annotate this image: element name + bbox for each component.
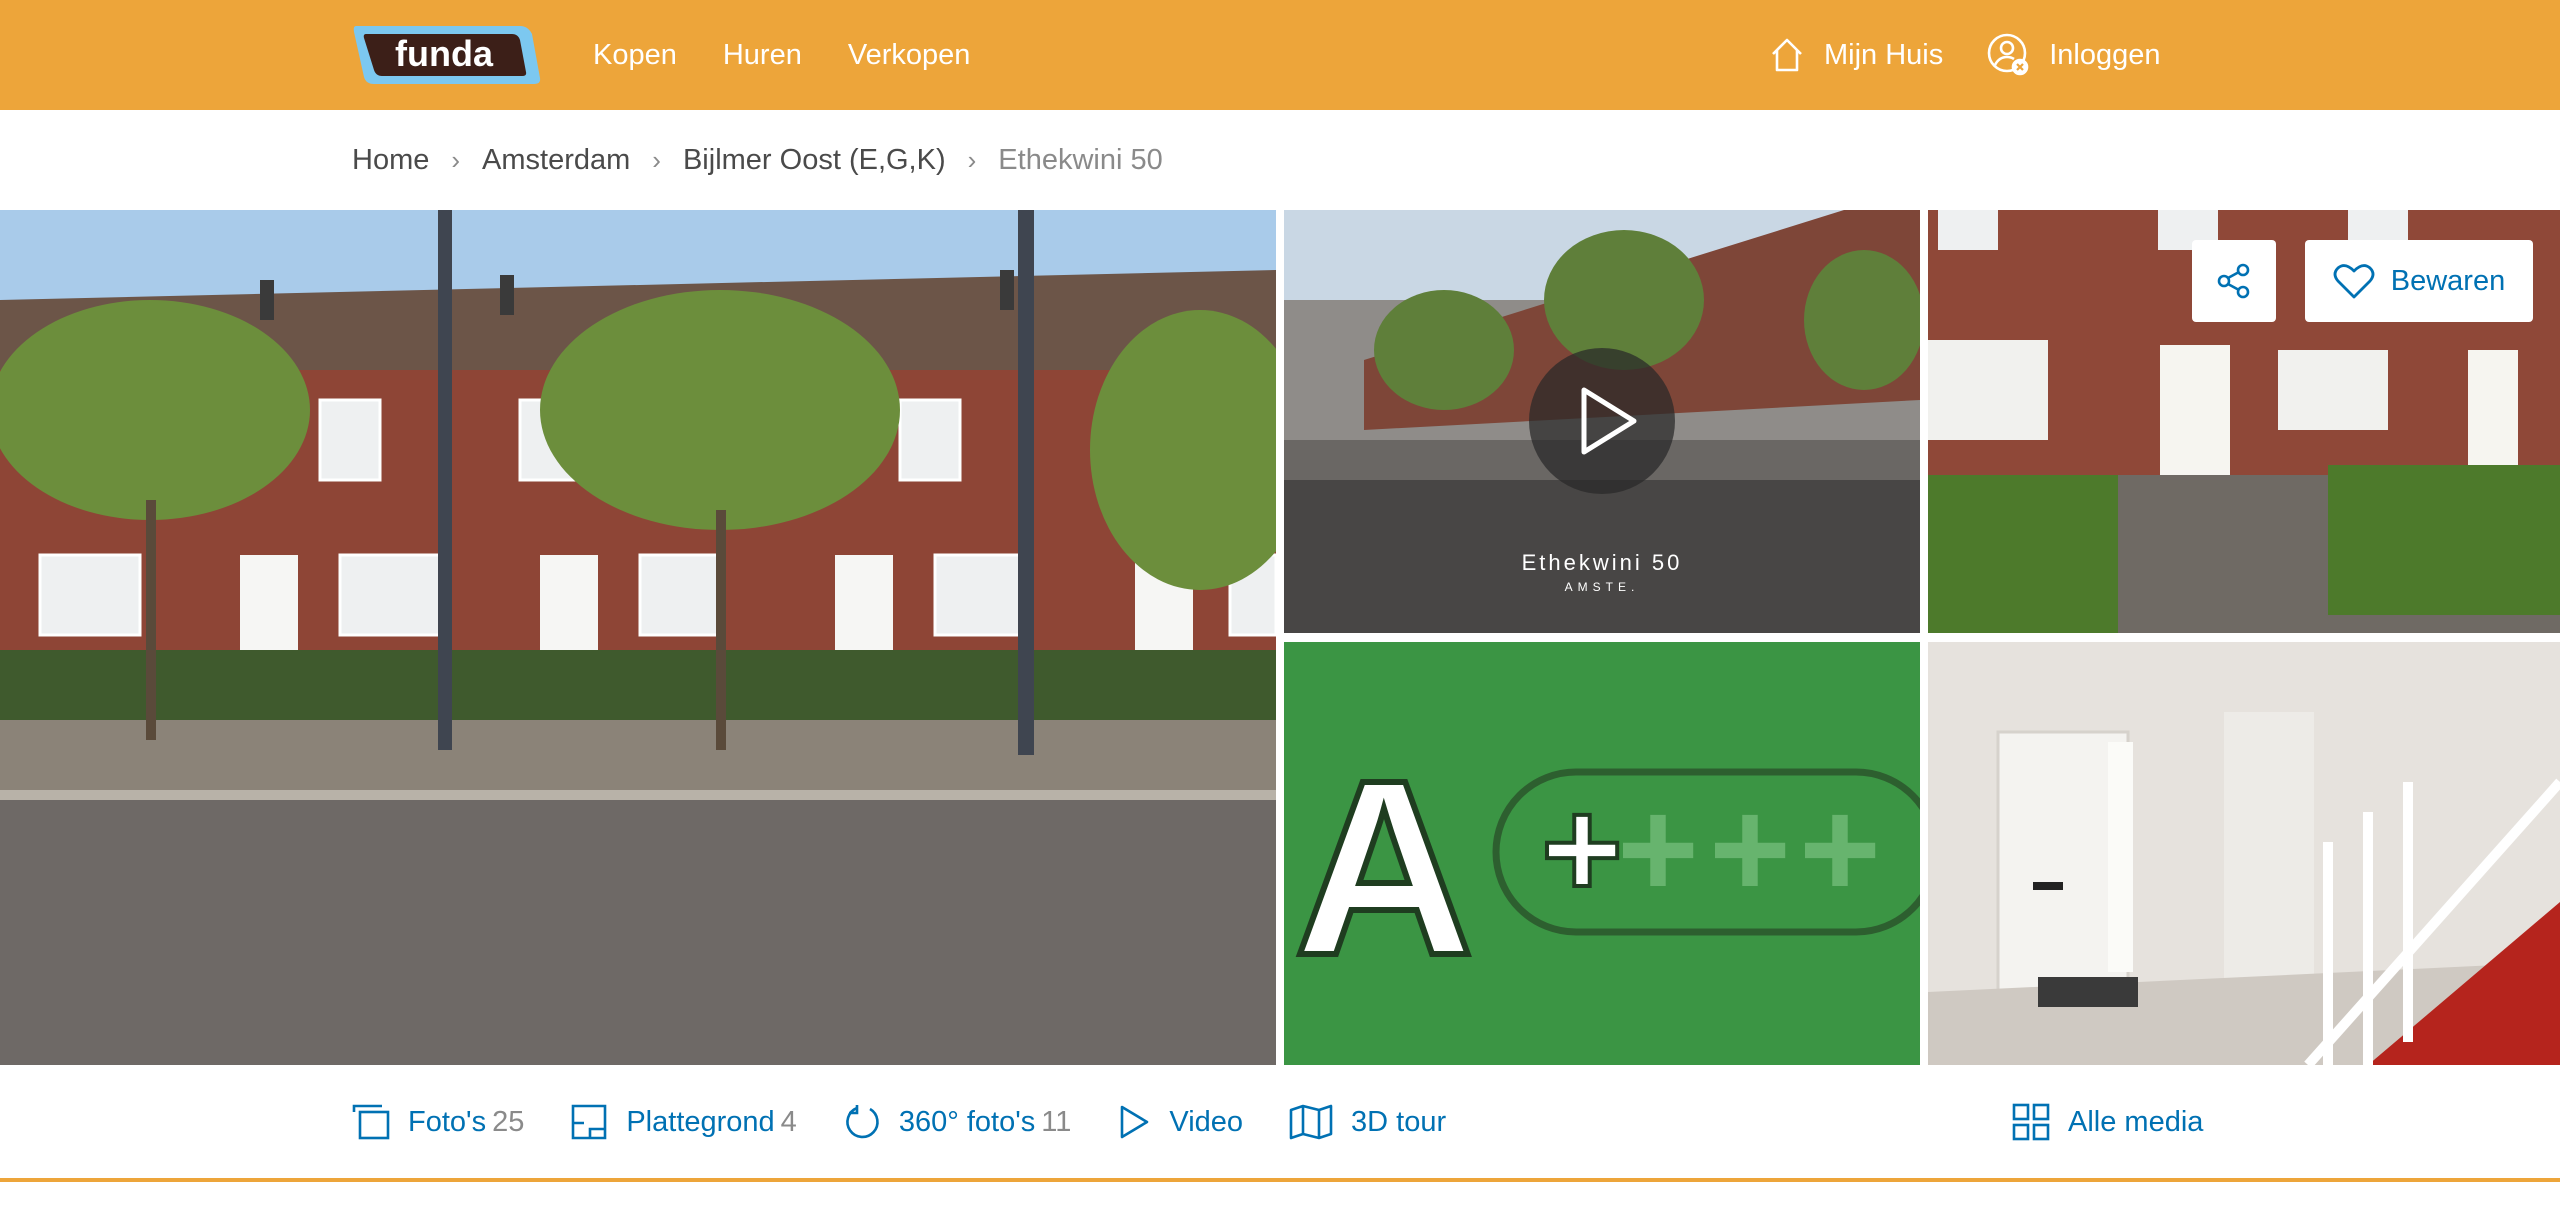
share-icon	[2217, 263, 2250, 299]
chevron-right-icon: ›	[967, 144, 977, 175]
save-label: Bewaren	[2390, 264, 2506, 297]
photos-icon	[352, 1104, 390, 1140]
energy-plus-faded-3: +	[1799, 770, 1881, 927]
tab-photos[interactable]: Foto's 25	[352, 1104, 524, 1140]
main-photo[interactable]	[0, 210, 1276, 1065]
login-link[interactable]: Inloggen	[1987, 33, 2161, 77]
video-subtitle: AMSTE.	[1564, 580, 1640, 594]
save-button[interactable]: Bewaren	[2305, 240, 2533, 322]
hallway-photo[interactable]	[1928, 642, 2560, 1065]
tab-video-label: Video	[1169, 1105, 1244, 1138]
tab-360[interactable]: 360° foto's 11	[843, 1103, 1072, 1141]
breadcrumb: Home › Amsterdam › Bijlmer Oost (E,G,K) …	[352, 140, 1163, 180]
tab-photos-count: 25	[492, 1105, 525, 1138]
account-nav: Mijn Huis Inloggen	[1768, 0, 2161, 110]
tab-360-label: 360° foto's	[898, 1105, 1036, 1138]
heart-icon	[2333, 264, 2375, 299]
tab-floorplan-label: Plattegrond	[626, 1105, 775, 1138]
video-play-button[interactable]	[1529, 348, 1675, 494]
video-title: Ethekwini 50	[1521, 550, 1683, 575]
energy-plus-mark: +	[1541, 770, 1623, 927]
chevron-right-icon: ›	[652, 144, 661, 175]
breadcrumb-current: Ethekwini 50	[998, 143, 1163, 176]
login-label: Inloggen	[2049, 38, 2161, 71]
tab-floorplan[interactable]: Plattegrond 4	[570, 1103, 797, 1141]
energy-plus-faded-1: +	[1617, 770, 1699, 927]
nav-huren[interactable]: Huren	[723, 39, 802, 72]
house-icon	[1768, 36, 1806, 74]
mijn-huis-label: Mijn Huis	[1824, 38, 1944, 71]
top-header: funda Kopen Huren Verkopen Mijn Huis Inl…	[0, 0, 2560, 110]
logo-text: funda	[395, 33, 494, 74]
chevron-right-icon: ›	[451, 144, 461, 175]
rotate-360-icon	[845, 1105, 879, 1139]
tab-video[interactable]: Video	[1117, 1104, 1243, 1140]
user-icon	[1987, 33, 2031, 77]
tab-photos-label: Foto's	[408, 1105, 487, 1138]
map-3d-icon	[1289, 1104, 1333, 1140]
all-media-button[interactable]: Alle media	[2012, 1066, 2203, 1178]
funda-logo[interactable]: funda	[352, 22, 542, 86]
energy-label-tile[interactable]: A + + + +	[1284, 642, 1920, 1065]
energy-plus-faded-2: +	[1709, 770, 1791, 927]
play-icon	[1581, 387, 1637, 455]
share-button[interactable]	[2192, 240, 2276, 322]
media-tabs: Foto's 25 Plattegrond 4 360° foto's 11 Vide…	[352, 1066, 1446, 1178]
tab-3d-tour[interactable]: 3D tour	[1289, 1104, 1446, 1140]
breadcrumb-city[interactable]: Amsterdam	[482, 144, 630, 177]
energy-class-letter: A	[1294, 728, 1475, 1007]
nav-kopen[interactable]: Kopen	[593, 39, 677, 72]
grid-icon	[2012, 1103, 2050, 1141]
media-bar: Foto's 25 Plattegrond 4 360° foto's 11 Vide…	[0, 1066, 2560, 1182]
breadcrumb-home[interactable]: Home	[352, 144, 429, 177]
mijn-huis-link[interactable]: Mijn Huis	[1768, 36, 1943, 74]
video-caption: Ethekwini 50 AMSTE.	[1284, 550, 1920, 594]
breadcrumb-neighborhood[interactable]: Bijlmer Oost (E,G,K)	[683, 144, 946, 177]
main-nav: Kopen Huren Verkopen	[593, 0, 970, 110]
tab-3d-tour-label: 3D tour	[1351, 1105, 1447, 1138]
tab-floorplan-count: 4	[780, 1105, 797, 1138]
tab-360-count: 11	[1041, 1105, 1072, 1138]
play-icon	[1121, 1105, 1149, 1139]
nav-verkopen[interactable]: Verkopen	[848, 39, 971, 72]
video-thumbnail[interactable]: Ethekwini 50 AMSTE.	[1284, 210, 1920, 633]
all-media-label: Alle media	[2068, 1105, 2204, 1138]
floorplan-icon	[572, 1104, 607, 1140]
